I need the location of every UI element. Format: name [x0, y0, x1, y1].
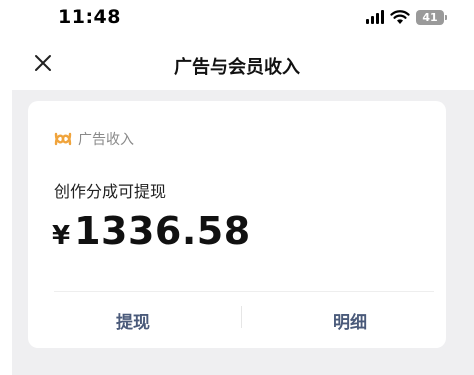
battery-icon: 41	[416, 9, 447, 25]
income-card: 广告收入 创作分成可提现 ¥ 1336.58 提现 明细	[28, 101, 446, 348]
page-title: 广告与会员收入	[174, 57, 300, 78]
card-header: 广告收入	[54, 129, 134, 149]
divider	[54, 291, 434, 292]
signal-icon	[366, 10, 384, 24]
withdrawable-label: 创作分成可提现	[54, 182, 167, 201]
battery-level: 41	[422, 10, 438, 24]
status-time: 11:48	[58, 6, 121, 28]
status-icons: 41	[366, 8, 447, 26]
currency-symbol: ¥	[52, 221, 71, 251]
income-amount: ¥ 1336.58	[52, 209, 251, 253]
status-bar: 11:48 41	[0, 0, 474, 34]
amount-value: 1336.58	[74, 209, 251, 253]
action-divider	[241, 306, 242, 328]
nav-bar: 广告与会员收入	[0, 34, 474, 90]
withdraw-button[interactable]: 提现	[116, 308, 150, 333]
brand-logo-icon	[54, 132, 72, 146]
wifi-icon	[390, 10, 410, 24]
ad-income-label: 广告收入	[78, 132, 134, 148]
details-button[interactable]: 明细	[333, 308, 367, 333]
left-edge	[0, 90, 12, 375]
